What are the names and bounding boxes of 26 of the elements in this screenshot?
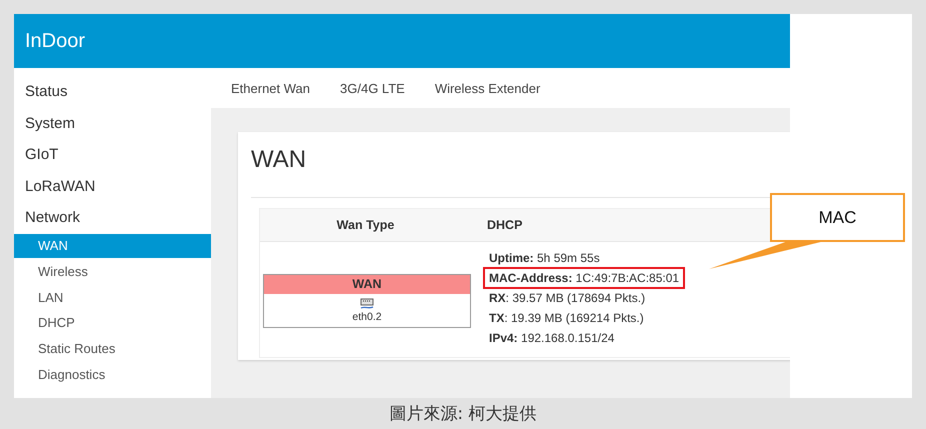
status-line: RX: 39.57 MB (178694 Pkts.) (488, 290, 646, 307)
sidebar-item[interactable]: LoRaWAN (14, 170, 211, 202)
interface-name: WAN (264, 275, 470, 294)
status-line: IPv4: 192.168.0.151/24 (488, 330, 616, 347)
sidebar-item[interactable]: Status (14, 76, 211, 108)
column-header: Wan Type (336, 218, 394, 232)
image-caption: 圖片來源: 柯大提供 (389, 403, 537, 425)
sidebar-item[interactable]: System (14, 108, 211, 139)
page-title: WAN (251, 145, 308, 175)
sidebar-subitem[interactable]: Diagnostics (14, 362, 211, 388)
device-name: eth0.2 (352, 311, 382, 325)
tab[interactable]: Ethernet Wan (231, 80, 310, 96)
sidebar-subitem[interactable]: Wireless (14, 259, 211, 285)
sidebar-subitem[interactable]: DHCP (14, 310, 211, 336)
status-line: Uptime: 5h 59m 55s (488, 250, 601, 267)
app-title: InDoor (25, 31, 86, 51)
column-header: DHCP (487, 218, 522, 232)
sidebar-subitem[interactable]: LAN (14, 284, 211, 310)
sidebar-subitem[interactable]: Static Routes (14, 336, 211, 362)
network-port-icon (360, 298, 374, 310)
tab[interactable]: 3G/4G LTE (340, 80, 405, 96)
tab[interactable]: Wireless Extender (434, 80, 540, 96)
sidebar-item[interactable]: Network (14, 202, 211, 234)
status-line: TX: 19.39 MB (169214 Pkts.) (488, 310, 645, 327)
sidebar-item[interactable]: GIoT (14, 139, 211, 170)
callout-label: MAC (770, 193, 905, 242)
